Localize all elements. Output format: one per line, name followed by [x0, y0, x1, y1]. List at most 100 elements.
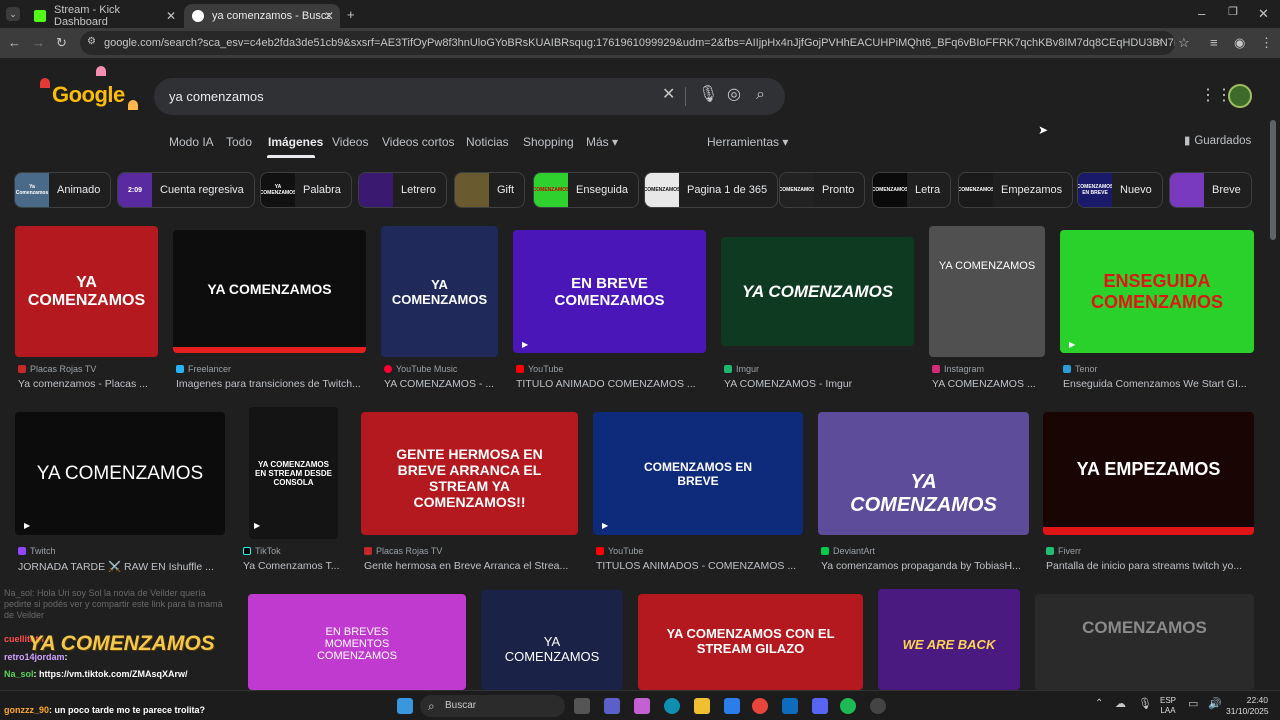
google-logo[interactable]: Google [40, 66, 138, 110]
tab-mas[interactable]: Más ▾ [586, 135, 618, 149]
chip-letra[interactable]: COMENZAMOS Letra [872, 172, 952, 208]
file-explorer-icon[interactable] [694, 698, 710, 714]
new-tab-icon[interactable]: + [347, 8, 355, 21]
spotify-icon[interactable] [840, 698, 856, 714]
search-icon[interactable]: ⌕ [756, 87, 765, 103]
tab-noticias[interactable]: Noticias [466, 135, 509, 149]
clear-icon[interactable]: ✕ [662, 87, 675, 103]
search-input[interactable]: ya comenzamos [169, 89, 264, 104]
scrollbar[interactable] [1270, 120, 1276, 240]
app-icon[interactable] [870, 698, 886, 714]
chip-pagina-1-de-365[interactable]: COMENZAMOS Pagina 1 de 365 [644, 172, 779, 208]
profile-icon[interactable]: ◉ [1234, 36, 1245, 49]
chip-nuevo[interactable]: COMENZAMOS EN BREVE Nuevo [1077, 172, 1163, 208]
result-image[interactable]: YA COMENZAMOS EN STREAM DESDE CONSOLA [249, 407, 338, 539]
result-title[interactable]: TITULO ANIMADO COMENZAMOS ... [516, 378, 706, 390]
result-image[interactable]: YA COMENZAMOS [481, 590, 623, 690]
chip-breve[interactable]: Breve [1169, 172, 1252, 208]
avatar[interactable] [1228, 84, 1252, 108]
result-image[interactable]: EN BREVE COMENZAMOS [513, 230, 706, 353]
chip-enseguida[interactable]: COMENZAMOS Enseguida [533, 172, 639, 208]
tab-todo[interactable]: Todo [226, 135, 252, 149]
result-image[interactable]: YA COMENZAMOS [721, 237, 914, 346]
result-image[interactable]: EN BREVES MOMENTOS COMENZAMOS [248, 594, 466, 690]
address-bar[interactable]: ⚙ google.com/search?sca_esv=c4eb2fda3de5… [80, 31, 1175, 55]
result-title[interactable]: YA COMENZAMOS ... [932, 378, 1045, 390]
result-title[interactable]: Pantalla de inicio para streams twitch y… [1046, 560, 1253, 572]
microphone-icon[interactable]: 🎙 [698, 87, 718, 103]
windows-start-icon[interactable] [397, 698, 413, 714]
store-icon[interactable] [724, 698, 740, 714]
teams-icon[interactable] [604, 698, 620, 714]
tab-imagenes[interactable]: Imágenes [268, 135, 323, 149]
tab-videos-cortos[interactable]: Videos cortos [382, 135, 455, 149]
result-image[interactable]: WE ARE BACK [878, 589, 1020, 690]
minimize-icon[interactable]: – [1198, 7, 1205, 20]
tray-chevron-icon[interactable]: ⌃ [1095, 699, 1103, 709]
result-title[interactable]: Ya comenzamos - Placas ... [18, 378, 158, 390]
result-title[interactable]: YA COMENZAMOS - Imgur [724, 378, 914, 390]
chip-empezamos[interactable]: COMENZAMOS Empezamos [958, 172, 1074, 208]
clock[interactable]: 22:40 31/10/2025 [1226, 695, 1269, 717]
result-image[interactable]: YA COMENZAMOS [818, 412, 1029, 535]
tab-search-icon[interactable]: ⌄ [6, 7, 20, 21]
bookmark-star-icon[interactable]: ☆ [1178, 36, 1190, 49]
menu-icon[interactable]: ⋮ [1260, 36, 1273, 49]
lens-icon[interactable]: ◎ [727, 87, 741, 103]
edge-icon[interactable] [664, 698, 680, 714]
chip-letrero[interactable]: Letrero [358, 172, 447, 208]
volume-icon[interactable]: 🔊 [1208, 699, 1222, 710]
result-title[interactable]: Ya comenzamos propaganda by TobiasH... [821, 560, 1028, 572]
result-image[interactable]: YA COMENZAMOS [15, 412, 225, 535]
result-image[interactable]: COMENZAMOS EN BREVE [593, 412, 803, 535]
mic-tray-icon[interactable]: 🎙 [1138, 699, 1152, 710]
chip-gift[interactable]: Gift [454, 172, 526, 208]
result-image[interactable]: YA EMPEZAMOS [1043, 412, 1254, 535]
result-title[interactable]: Gente hermosa en Breve Arranca el Strea.… [364, 560, 576, 572]
chip-pronto[interactable]: COMENZAMOS Pronto [779, 172, 866, 208]
result-title[interactable]: JORNADA TARDE ⚔️ RAW EN Ishuffle ... [18, 560, 223, 573]
tab-videos[interactable]: Videos [332, 135, 368, 149]
result-image[interactable]: YA COMENZAMOS [173, 230, 366, 353]
result-title[interactable]: Ya Comenzamos T... [243, 560, 343, 572]
media-icon[interactable]: ≡ [1210, 36, 1218, 49]
site-info-icon[interactable]: ⚙ [87, 37, 96, 47]
saved-button[interactable]: ▮ Guardados [1184, 133, 1251, 147]
tab-shopping[interactable]: Shopping [523, 135, 574, 149]
result-title[interactable]: YA COMENZAMOS - ... [384, 378, 498, 390]
tab-kick-dashboard[interactable]: Stream - Kick Dashboard ✕ [26, 4, 182, 28]
tab-google-search[interactable]: ya comenzamos - Buscar con G ✕ [184, 4, 340, 28]
back-icon[interactable]: ← [8, 36, 21, 49]
close-icon[interactable]: ✕ [324, 9, 334, 23]
restore-icon[interactable]: ❐ [1228, 7, 1238, 18]
chip-palabra[interactable]: YA COMENZAMOS Palabra [260, 172, 352, 208]
outlook-icon[interactable] [782, 698, 798, 714]
reload-icon[interactable]: ↻ [56, 36, 67, 49]
discord-icon[interactable] [812, 698, 828, 714]
result-image[interactable]: GENTE HERMOSA EN BREVE ARRANCA EL STREAM… [361, 412, 578, 535]
search-box[interactable]: ya comenzamos ✕ 🎙 ◎ ⌕ [154, 78, 785, 115]
chip-cuenta-regresiva[interactable]: 2:09 Cuenta regresiva [117, 172, 255, 208]
result-image[interactable]: ENSEGUIDA COMENZAMOS [1060, 230, 1254, 353]
close-icon[interactable]: ✕ [166, 9, 176, 23]
tools-button[interactable]: Herramientas ▾ [707, 135, 788, 149]
zoom-icon[interactable]: ⌕ [1156, 37, 1162, 48]
forward-icon[interactable]: → [32, 36, 45, 49]
chip-animado[interactable]: Ya Comenzamos Animado [14, 172, 112, 208]
result-title[interactable]: TITULOS ANIMADOS - COMENZAMOS ... [596, 560, 801, 572]
result-image[interactable]: YA COMENZAMOS [381, 226, 498, 357]
tab-modo-ia[interactable]: Modo IA [169, 135, 214, 149]
taskbar-search[interactable]: ⌕ Buscar [420, 695, 565, 717]
close-window-icon[interactable]: ✕ [1258, 7, 1269, 20]
chrome-icon[interactable] [752, 698, 768, 714]
copilot-icon[interactable] [634, 698, 650, 714]
result-title[interactable]: Enseguida Comenzamos We Start GI... [1063, 378, 1254, 390]
onedrive-icon[interactable]: ☁ [1115, 699, 1126, 710]
result-image[interactable]: YA COMENZAMOS [929, 226, 1045, 357]
network-icon[interactable]: ▭ [1188, 699, 1198, 710]
result-image[interactable]: YA COMENZAMOS [15, 226, 158, 357]
language-indicator[interactable]: ESP LAA [1160, 696, 1176, 716]
result-title[interactable]: Imagenes para transiciones de Twitch... [176, 378, 368, 390]
task-view-icon[interactable] [574, 698, 590, 714]
result-image[interactable]: YA COMENZAMOS CON EL STREAM GILAZO [638, 594, 863, 690]
